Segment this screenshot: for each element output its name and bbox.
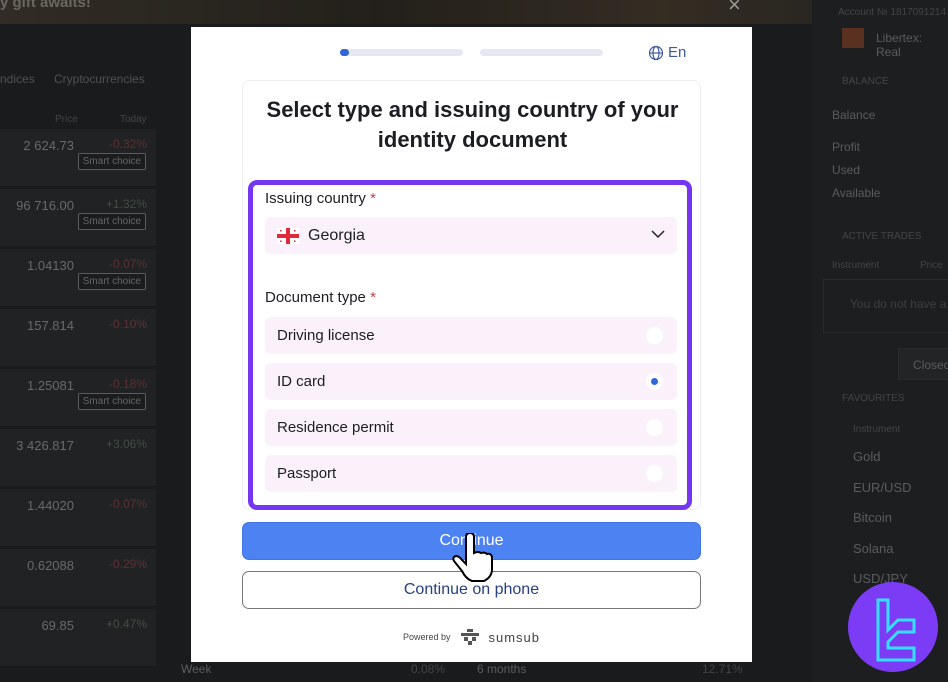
label-text: Issuing country xyxy=(265,190,366,207)
powered-by-text: Powered by xyxy=(402,632,451,642)
country-value: Georgia xyxy=(308,226,365,244)
required-marker: * xyxy=(370,190,376,207)
watermark-logo xyxy=(848,582,938,672)
progress-step-2 xyxy=(480,49,603,56)
option-label: Passport xyxy=(277,465,337,482)
required-marker: * xyxy=(370,289,376,306)
option-label: ID card xyxy=(277,373,326,390)
globe-icon xyxy=(648,45,664,60)
document-option[interactable]: Residence permit xyxy=(265,409,677,446)
georgia-flag-icon xyxy=(277,227,299,244)
language-selector[interactable]: En xyxy=(648,44,686,61)
issuing-country-label: Issuing country * xyxy=(265,190,376,207)
radio-button[interactable] xyxy=(646,327,663,344)
progress-step-1 xyxy=(340,49,463,56)
logo-icon xyxy=(876,598,916,662)
label-text: Document type xyxy=(265,289,366,306)
page-title: Select type and issuing country of your … xyxy=(266,97,679,152)
sumsub-logo-icon xyxy=(460,629,479,645)
option-label: Residence permit xyxy=(277,419,394,436)
radio-button[interactable] xyxy=(646,373,663,390)
hand-cursor-icon xyxy=(452,533,493,582)
chevron-down-icon xyxy=(651,230,665,239)
document-option[interactable]: Driving license xyxy=(265,317,677,354)
radio-button[interactable] xyxy=(646,419,663,436)
option-label: Driving license xyxy=(277,327,375,344)
radio-button[interactable] xyxy=(646,465,663,482)
progress-fill xyxy=(340,49,349,56)
document-type-label: Document type * xyxy=(265,289,376,306)
country-select[interactable]: Georgia xyxy=(265,217,677,254)
close-icon[interactable]: × xyxy=(728,0,741,18)
sumsub-brand: sumsub xyxy=(488,629,541,645)
document-option[interactable]: Passport xyxy=(265,455,677,492)
document-option[interactable]: ID card xyxy=(265,363,677,400)
language-label: En xyxy=(668,44,687,61)
powered-by: Powered by sumsub xyxy=(191,629,752,645)
